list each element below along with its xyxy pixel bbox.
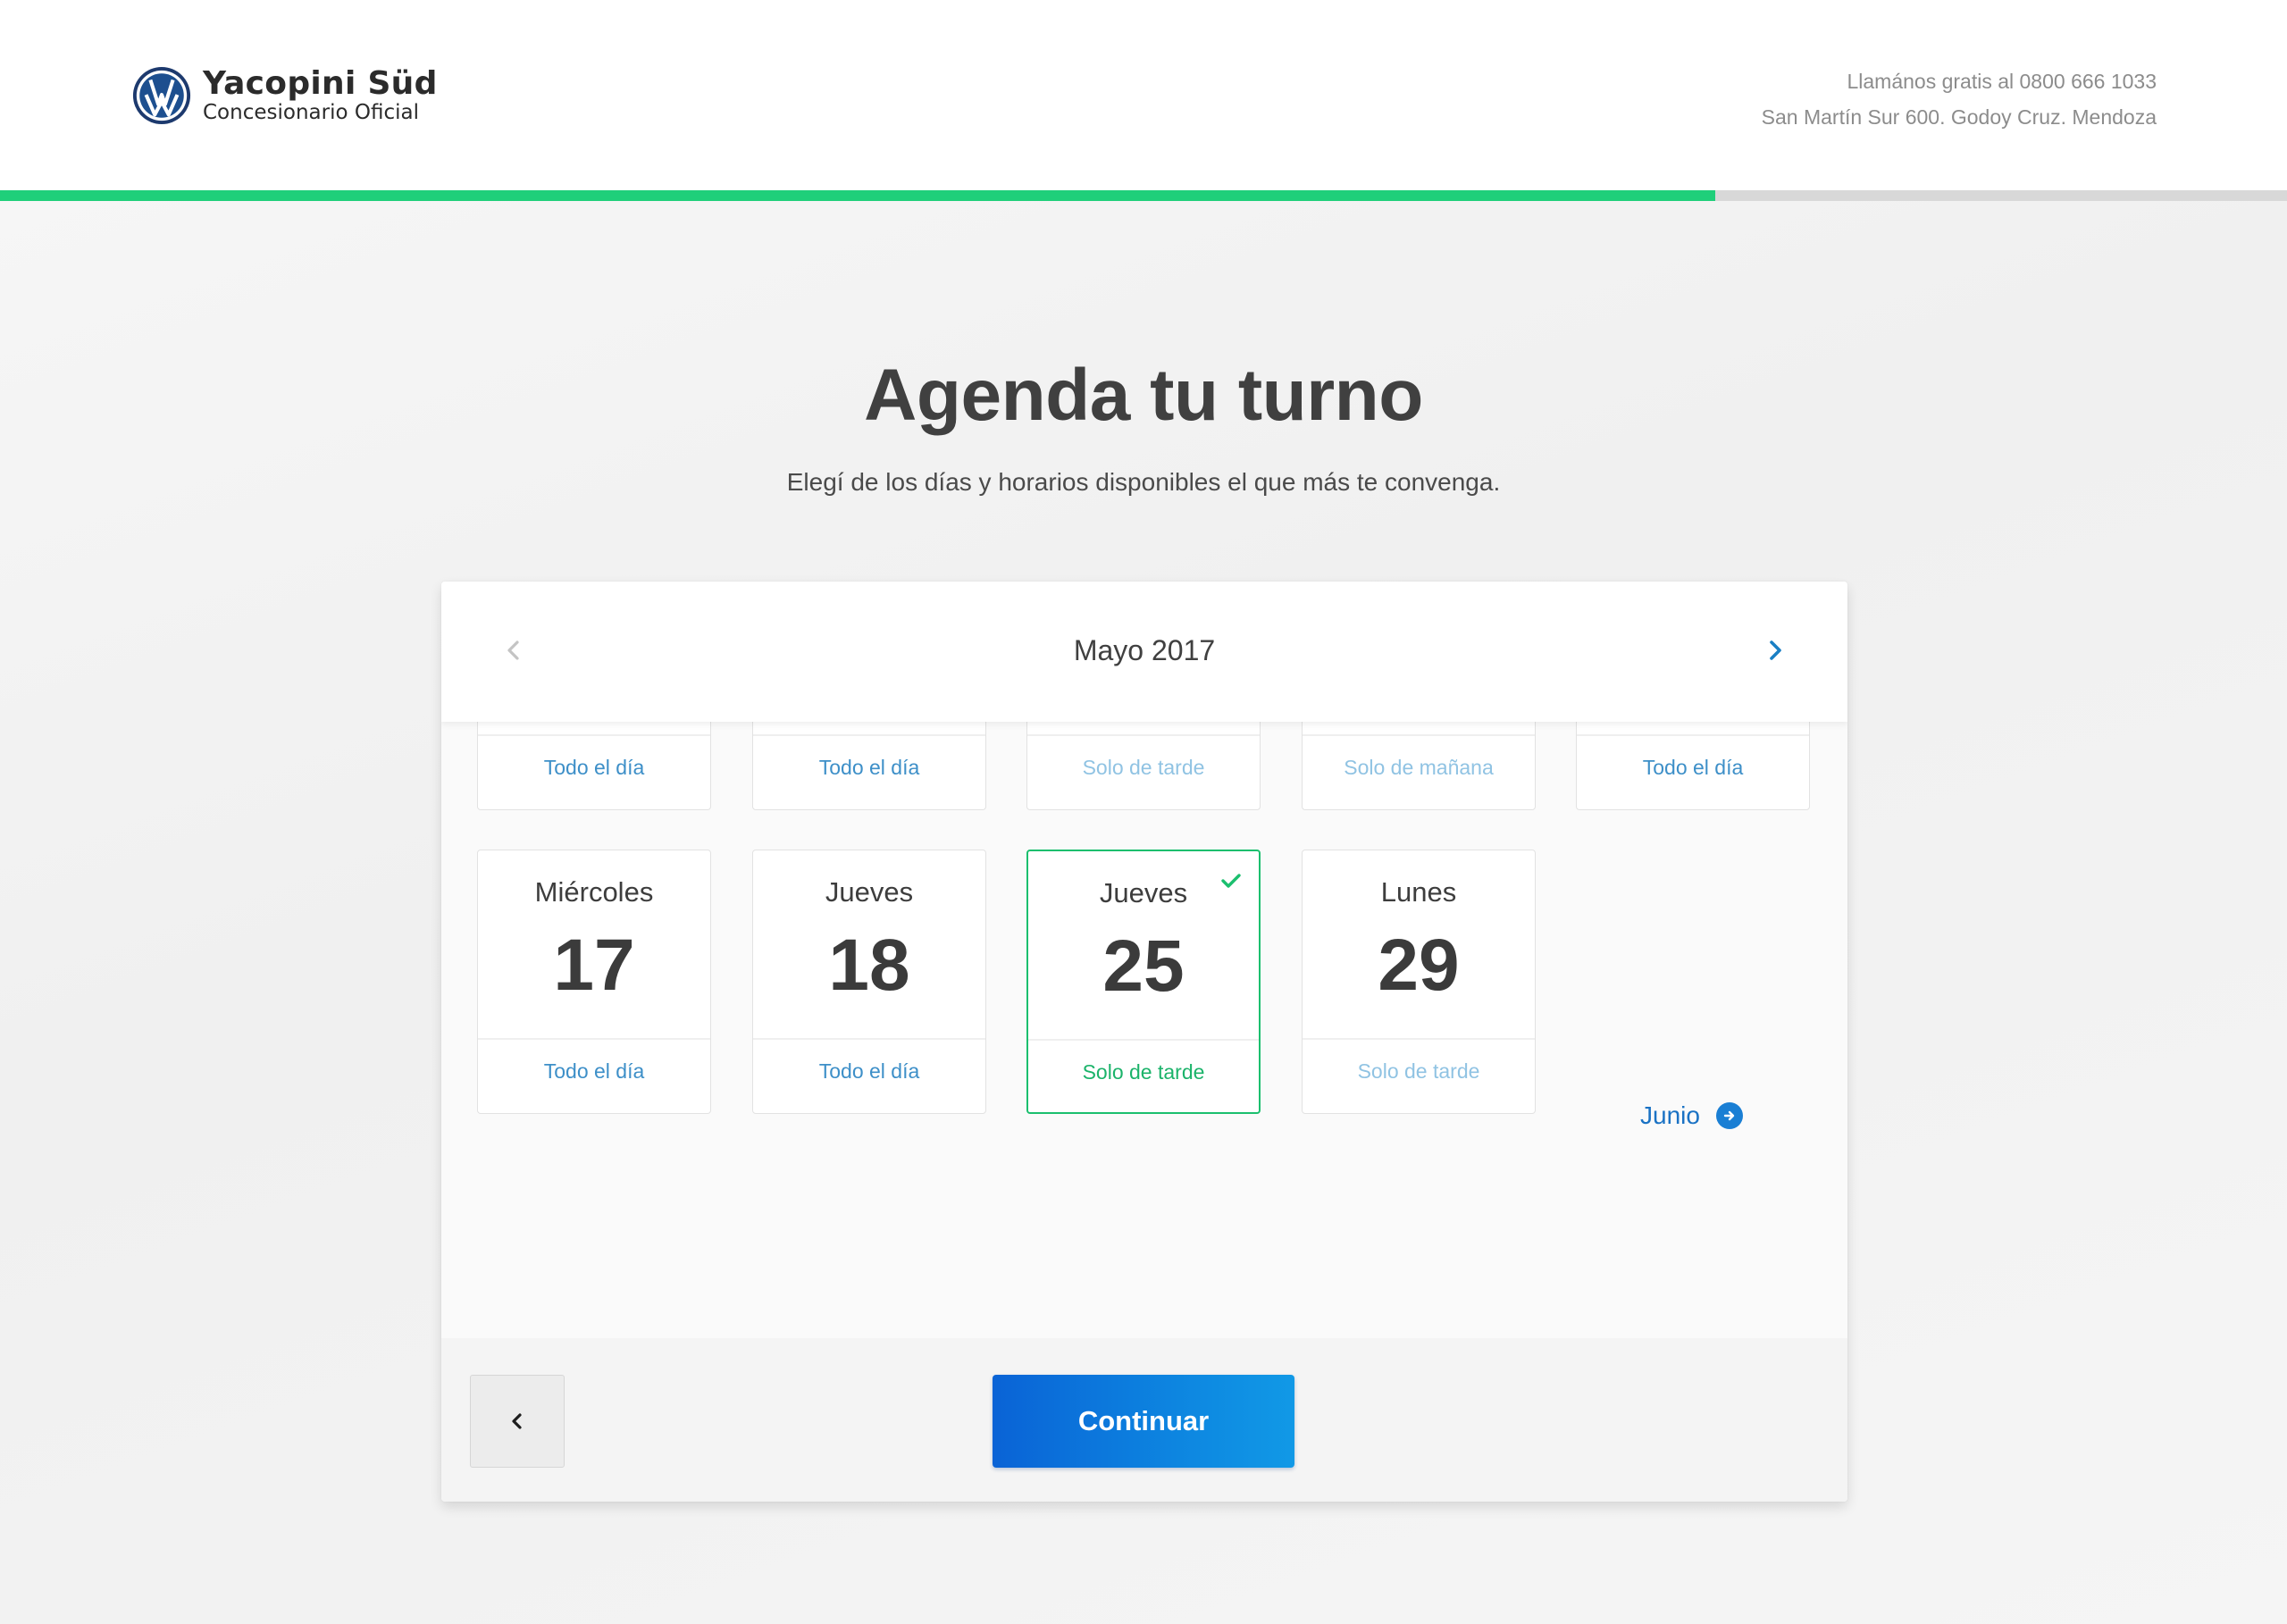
progress-bar: [0, 190, 2287, 201]
chevron-left-icon: [512, 1413, 522, 1429]
day-card[interactable]: Jueves 25 Solo de tarde: [1026, 850, 1261, 1114]
day-card[interactable]: Jueves 18 Todo el día: [752, 850, 986, 1114]
day-divider: [1028, 1039, 1259, 1041]
site-header: Yacopini Süd Concesionario Oficial Llamá…: [0, 0, 2287, 190]
arrow-right-circle-icon: [1715, 1102, 1743, 1129]
day-card[interactable]: Lunes 29 Solo de tarde: [1302, 850, 1536, 1114]
brand-subtitle: Concesionario Oficial: [203, 101, 419, 124]
day-availability: Todo el día: [818, 756, 920, 779]
vw-logo-icon: [132, 66, 191, 125]
day-number: 25: [1102, 925, 1185, 1007]
next-month-link[interactable]: Junio: [1640, 1098, 1743, 1134]
day-divider: [1577, 734, 1809, 736]
page-title: Agenda tu turno: [864, 355, 1423, 436]
day-divider: [1303, 734, 1535, 736]
contact-info: Llamános gratis al 0800 666 1033 San Mar…: [1762, 63, 2157, 135]
brand-text: Yacopini Süd Concesionario Oficial: [203, 65, 438, 125]
day-availability: Todo el día: [818, 1059, 920, 1083]
brand[interactable]: Yacopini Süd Concesionario Oficial: [131, 64, 438, 127]
progress-fill: [0, 190, 1715, 201]
day-divider: [1027, 734, 1260, 736]
day-availability: Todo el día: [543, 1059, 645, 1083]
month-navigation: Mayo 2017: [441, 582, 1847, 722]
day-availability: Solo de mañana: [1344, 756, 1494, 779]
day-availability: Solo de tarde: [1357, 1059, 1480, 1083]
day-availability: Solo de tarde: [1082, 756, 1205, 779]
chevron-right-icon: [1770, 640, 1781, 660]
day-number: 18: [828, 925, 910, 1006]
day-divider: [753, 1038, 985, 1040]
address-line: San Martín Sur 600. Godoy Cruz. Mendoza: [1761, 105, 2157, 129]
card-footer: Continuar: [441, 1338, 1847, 1502]
day-divider: [1303, 1038, 1535, 1040]
day-divider: [478, 1038, 710, 1040]
day-number: 29: [1378, 925, 1460, 1006]
next-month-button[interactable]: [1753, 628, 1797, 673]
day-availability: Solo de tarde: [1082, 1060, 1205, 1084]
month-label: Mayo 2017: [1073, 634, 1216, 666]
day-name: Miércoles: [534, 876, 654, 908]
day-availability: Todo el día: [543, 756, 645, 779]
brand-name: Yacopini Süd: [203, 65, 438, 102]
phone-line: Llamános gratis al 0800 666 1033: [1847, 70, 2157, 93]
day-divider: [753, 734, 985, 736]
day-divider: [478, 734, 710, 736]
next-month-label: Junio: [1640, 1101, 1700, 1129]
day-name: Jueves: [825, 876, 914, 908]
continue-button[interactable]: Continuar: [993, 1375, 1294, 1468]
day-name: Lunes: [1380, 876, 1457, 908]
check-icon: [1221, 874, 1241, 888]
back-button[interactable]: [470, 1375, 565, 1468]
page-subtitle: Elegí de los días y horarios disponibles…: [786, 468, 1501, 496]
day-card[interactable]: Miércoles 17 Todo el día: [477, 850, 711, 1114]
day-number: 17: [553, 925, 635, 1006]
day-availability: Todo el día: [1642, 756, 1744, 779]
calendar-card: Lunes 29 Solo de tarde Jueves 25 Solo de tard…: [441, 582, 1847, 1502]
